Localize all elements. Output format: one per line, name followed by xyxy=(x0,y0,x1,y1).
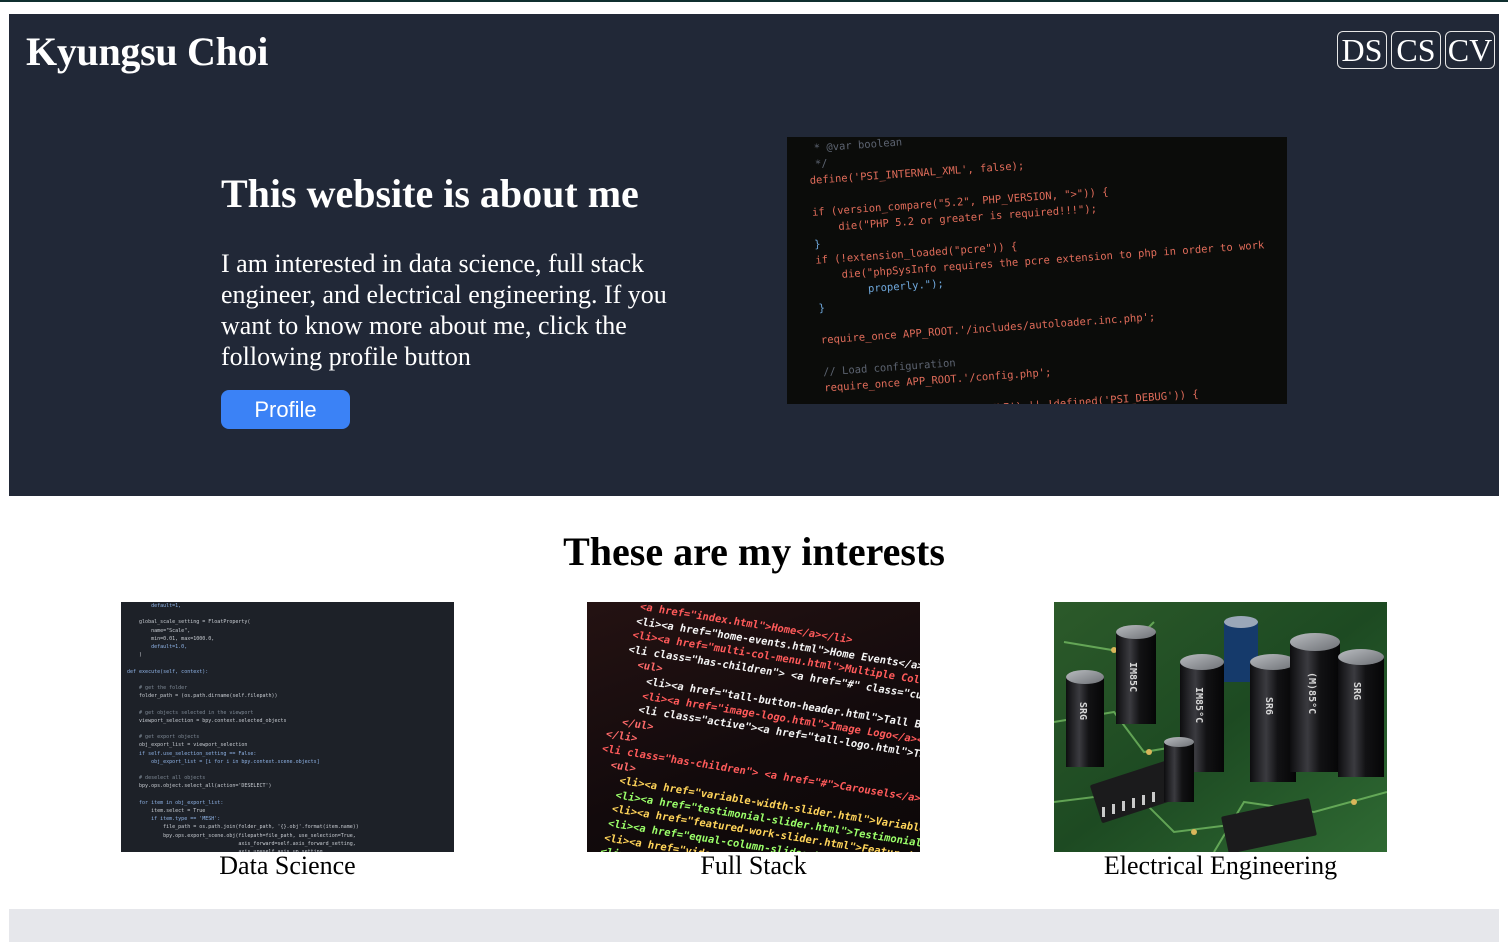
code-line: default=1, xyxy=(127,603,182,609)
interest-caption: Full Stack xyxy=(700,851,807,880)
code-line: min=0.01, max=1000.0, xyxy=(127,635,215,642)
data-science-code-text: default=1, global_scale_setting = FloatP… xyxy=(127,602,440,852)
hero-code-text: * @var boolean */define('PSI_INTERNAL_XM… xyxy=(807,137,1279,404)
cap-label: SR6 xyxy=(1263,697,1274,715)
full-stack-image: <a href="index.html">Home</a></li> <li><… xyxy=(587,602,920,852)
interests-title: These are my interests xyxy=(563,529,945,574)
code-line: obj_export_list = viewport_selection xyxy=(127,742,248,749)
interest-caption: Data Science xyxy=(219,851,356,880)
code-line: item.select = True xyxy=(127,808,206,815)
cap-label: SRG xyxy=(1351,682,1362,700)
code-line: viewport_selection = bpy.context.selecte… xyxy=(127,717,287,724)
code-line: # get the folder xyxy=(127,685,188,692)
nav-button-cv[interactable]: CV xyxy=(1445,31,1495,69)
interest-card-full-stack[interactable]: <a href="index.html">Home</a></li> <li><… xyxy=(587,602,920,880)
footer-bar xyxy=(9,909,1499,942)
cap-label: SRG xyxy=(1077,702,1088,720)
code-line: axis_forward=self.axis_forward_setting, xyxy=(127,840,356,847)
code-line: # get export objects xyxy=(127,734,200,741)
cap-label: IM85°C xyxy=(1193,687,1204,723)
site-brand[interactable]: Kyungsu Choi xyxy=(26,28,268,75)
code-line: default=1.0, xyxy=(127,644,188,651)
code-line: # get objects selected in the viewport xyxy=(127,709,254,716)
code-line: folder_path = (os.path.dirname(self.file… xyxy=(127,693,278,700)
code-line: for item in obj_export_list: xyxy=(127,799,224,806)
code-line: if item.type == 'MESH': xyxy=(127,816,221,823)
interest-card-data-science[interactable]: default=1, global_scale_setting = FloatP… xyxy=(121,602,454,880)
hero-title: This website is about me xyxy=(221,171,639,216)
nav-button-ds[interactable]: DS xyxy=(1337,31,1387,69)
code-line: # deselect all objects xyxy=(127,775,206,782)
data-science-image: default=1, global_scale_setting = FloatP… xyxy=(121,602,454,852)
code-line: if self.use_selection_setting == False: xyxy=(127,750,257,757)
interest-caption: Electrical Engineering xyxy=(1103,851,1338,880)
hero-description: I am interested in data science, full st… xyxy=(221,249,667,371)
code-line: global_scale_setting = FloatProperty( xyxy=(127,619,251,626)
profile-button[interactable]: Profile xyxy=(221,390,350,429)
top-nav: DS CS CV xyxy=(1337,31,1495,69)
code-line: obj_export_list = [i for i in bpy.contex… xyxy=(127,758,320,765)
code-line: bpy.ops.export_scene.obj(filepath=file_p… xyxy=(127,832,356,839)
code-line: ) xyxy=(127,652,143,659)
code-line: file_path = os.path.join(folder_path, '{… xyxy=(127,824,359,831)
cap-label: IM85C xyxy=(1127,662,1138,692)
code-line: bpy.ops.object.select_all(action='DESELE… xyxy=(127,783,272,790)
full-stack-code-text: <a href="index.html">Home</a></li> <li><… xyxy=(587,602,920,852)
electrical-engineering-image: IM85C SRG IM85°C SR6 (M)85°C SRG xyxy=(1054,602,1387,852)
cap-label: (M)85°C xyxy=(1306,672,1317,714)
code-line: def execute(self, context): xyxy=(127,668,209,675)
hero-code-image: * @var boolean */define('PSI_INTERNAL_XM… xyxy=(787,137,1287,404)
nav-button-cs[interactable]: CS xyxy=(1391,31,1441,69)
circuit-board-illustration: IM85C SRG IM85°C SR6 (M)85°C SRG xyxy=(1054,602,1387,852)
interest-card-electrical-engineering[interactable]: IM85C SRG IM85°C SR6 (M)85°C SRG Electri… xyxy=(1054,602,1387,880)
code-line: name="Scale", xyxy=(127,627,191,634)
hero-section: Kyungsu Choi DS CS CV This website is ab… xyxy=(9,14,1499,496)
top-border-line xyxy=(0,0,1508,2)
